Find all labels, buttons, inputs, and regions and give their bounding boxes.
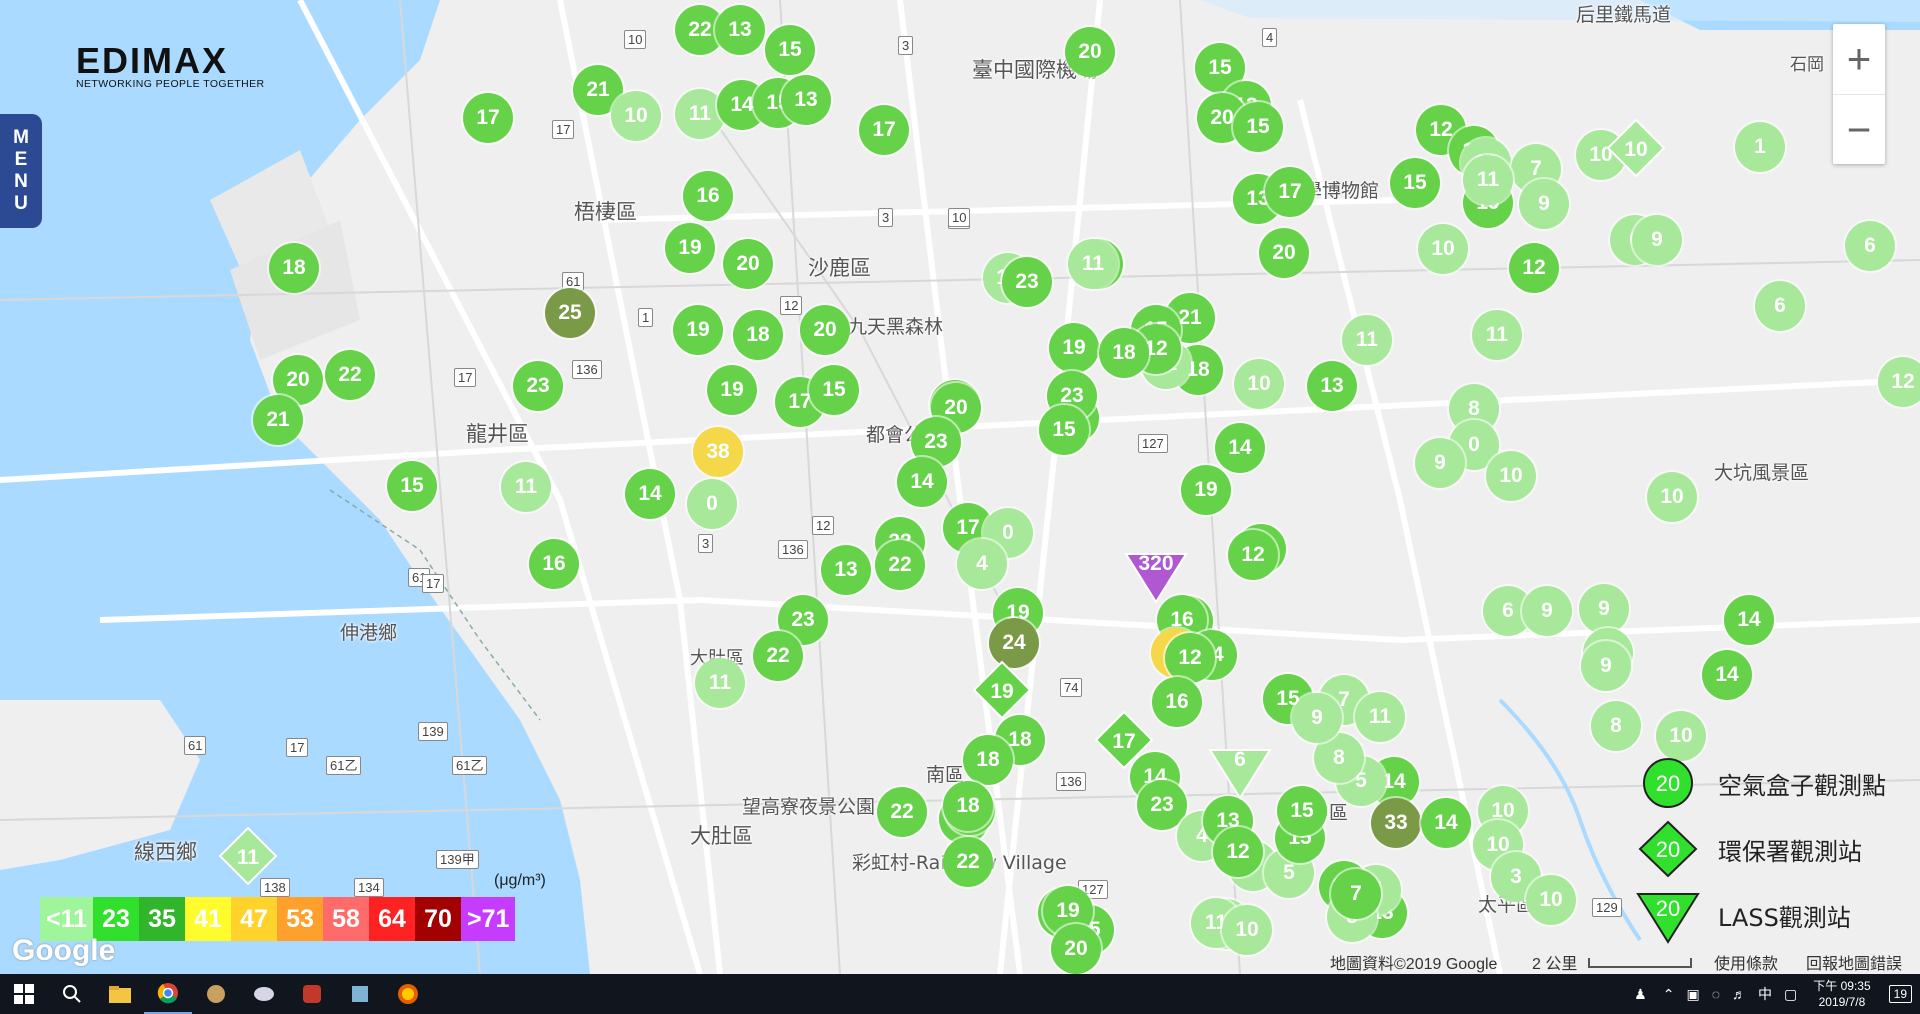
terms-link[interactable]: 使用條款 [1714,950,1778,974]
epa-station-marker[interactable]: 19 [972,660,1032,720]
legend-item: 20 LASS觀測站 [1636,882,1886,948]
svg-text:6: 6 [1234,748,1246,771]
lass-station-marker[interactable]: 6 [1208,748,1272,800]
app-icon[interactable] [336,974,384,1014]
windows-icon[interactable] [0,974,48,1014]
svg-text:19: 19 [990,680,1013,703]
legend-label: 空氣盒子觀測點 [1718,771,1886,800]
map-data-attribution: 地圖資料©2019 Google [1330,956,1498,973]
map-scale-bar [1588,958,1692,968]
zoom-in-button[interactable]: + [1833,24,1885,94]
app-icon[interactable] [192,974,240,1014]
notifications-icon[interactable]: 19 [1888,985,1912,1003]
app-icon[interactable] [240,974,288,1014]
menu-button[interactable]: MENU [0,114,42,228]
svg-text:11: 11 [237,846,260,869]
system-tray: ♟ ⌃ ▣ ◌ ♬ 中 ▢ 下午 09:35 2019/7/8 19 [1624,974,1920,1014]
edimax-logo: EDIMAX NETWORKING PEOPLE TOGETHER [76,40,265,91]
svg-text:17: 17 [1112,730,1135,753]
app-icon[interactable] [288,974,336,1014]
legend-item: 20 空氣盒子觀測點 [1636,750,1886,816]
legend-item: 20 環保署觀測站 [1636,816,1886,882]
report-error-link[interactable]: 回報地圖錯誤 [1806,950,1902,974]
clock-date: 2019/7/8 [1818,995,1866,1009]
chrome-icon[interactable] [144,974,192,1014]
chevron-up-icon[interactable]: ⌃ [1663,986,1675,1003]
scale-cell: 53 [277,897,324,941]
legend-label: LASS觀測站 [1718,903,1851,932]
people-icon[interactable]: ♟ [1634,986,1647,1003]
volume-icon[interactable]: ♬ [1732,986,1746,1002]
diamond-icon: 20 [1638,820,1698,878]
menu-letter: N [14,171,28,192]
svg-text:20: 20 [1656,896,1680,921]
menu-letter: E [14,149,28,170]
epa-station-marker[interactable]: 10 [1606,118,1666,178]
map-scale-label: 2 公里 [1532,956,1578,973]
epa-station-marker[interactable]: 17 [1094,710,1154,770]
station-markers: 320 17 19 10 11 6 [218,118,1666,886]
zoom-control: + − [1833,24,1885,164]
triangle-icon: 20 [1636,893,1700,944]
scale-cell: 41 [185,897,232,941]
wifi-icon[interactable]: ◌ [1712,986,1720,1002]
circle-icon: 20 [1643,758,1693,808]
clock[interactable]: 下午 09:35 2019/7/8 [1813,978,1870,1010]
scale-cell: >71 [461,897,516,941]
scale-cell: 58 [323,897,370,941]
brand-name: EDIMAX [76,40,229,81]
menu-letter: M [13,127,29,148]
search-icon[interactable] [48,974,96,1014]
network-icon[interactable]: ▣ [1686,986,1699,1003]
map-view[interactable]: 梧棲區 沙鹿區 龍井區 大肚區 大肚區 線西鄉 臺中國際機場 九天黑森林 都會公… [0,0,1920,974]
svg-text:320: 320 [1138,552,1173,575]
scale-cell: 35 [139,897,186,941]
zoom-out-button[interactable]: − [1833,94,1885,165]
scale-cell: 70 [415,897,462,941]
ime-icon[interactable]: ▢ [1784,986,1797,1003]
lass-station-marker[interactable]: 320 [1124,552,1188,604]
svg-text:10: 10 [1624,138,1647,161]
svg-text:20: 20 [1656,837,1680,862]
google-logo: Google [12,934,116,967]
scale-unit: (μg/m³) [494,872,546,889]
epa-station-marker[interactable]: 11 [218,826,278,886]
scale-cell: 47 [231,897,278,941]
legend-label: 環保署觀測站 [1718,837,1862,866]
brand-tagline: NETWORKING PEOPLE TOGETHER [76,78,265,90]
svg-text:20: 20 [1656,771,1680,796]
clock-time: 下午 09:35 [1813,979,1871,993]
firefox-icon[interactable] [384,974,432,1014]
station-legend: 20 空氣盒子觀測點 20 環保署觀測站 20 LASS觀測站 [1636,750,1886,948]
scale-cell: 64 [369,897,416,941]
menu-letter: U [14,193,28,214]
file-explorer-icon[interactable] [96,974,144,1014]
taskbar: ♟ ⌃ ▣ ◌ ♬ 中 ▢ 下午 09:35 2019/7/8 19 [0,974,1920,1014]
ime-indicator[interactable]: 中 [1758,984,1772,1004]
